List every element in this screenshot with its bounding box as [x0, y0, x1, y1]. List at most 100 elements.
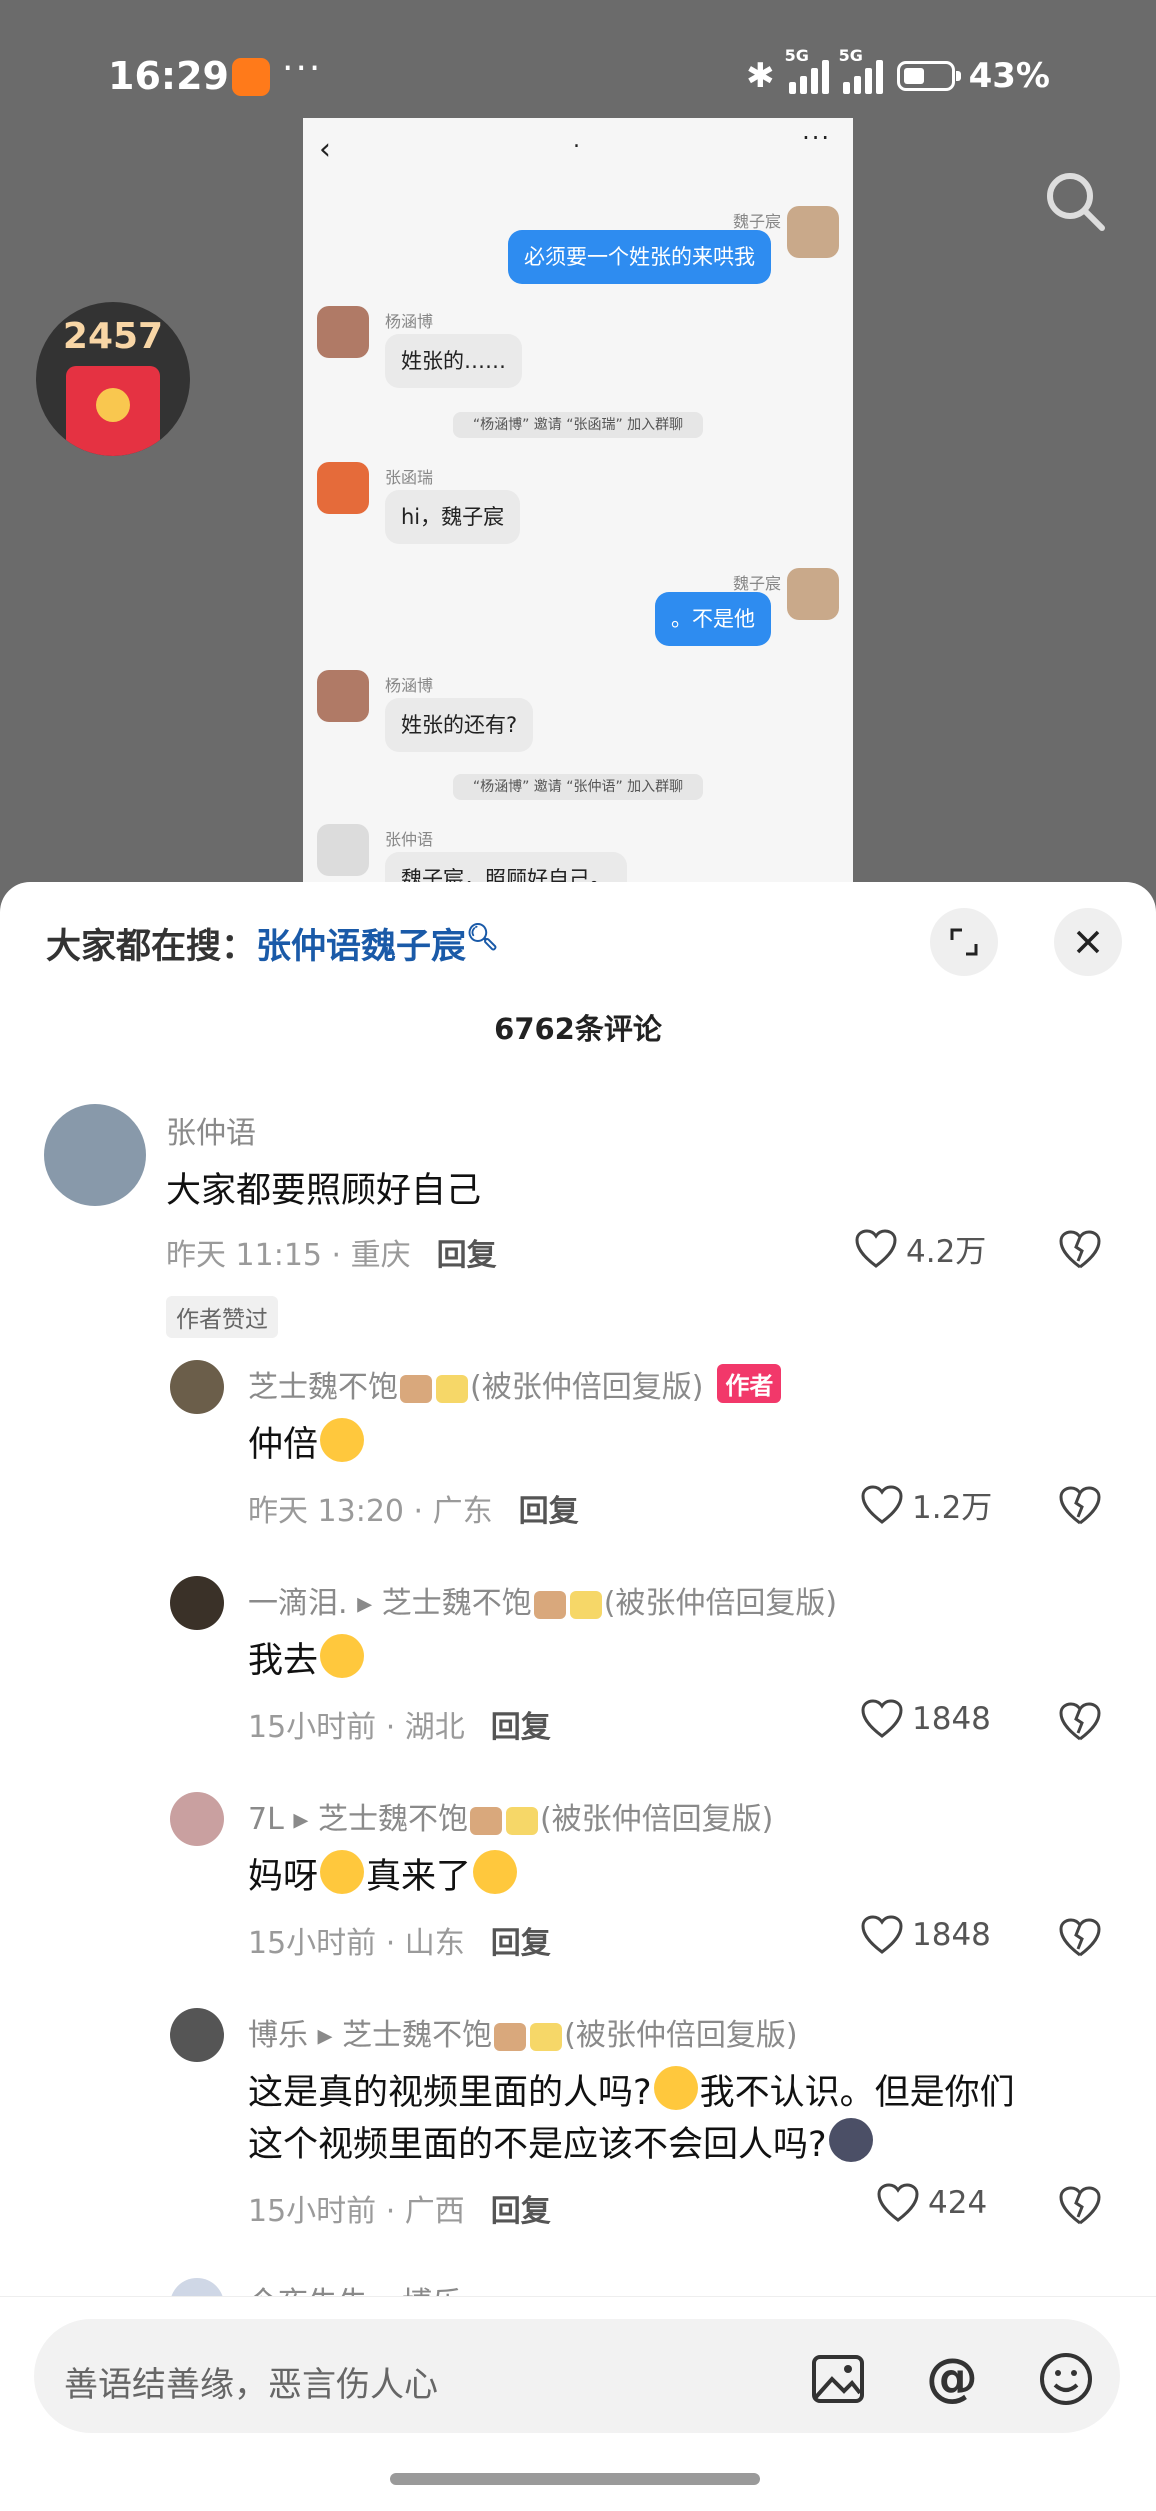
network-type: 5G [838, 46, 863, 65]
like-button[interactable]: 424 [876, 2182, 987, 2224]
reply-button[interactable]: 回复 [491, 1710, 551, 1745]
chat-bubble: 姓张的还有? [385, 698, 534, 752]
video-area[interactable]: 16:29 ··· ✱ 5G 5G 43% 2457 ‹ . ··· 魏子宸 必… [0, 0, 1156, 908]
reply-button[interactable]: 回复 [491, 2194, 551, 2229]
dislike-icon[interactable] [1058, 1484, 1102, 1528]
like-count: 1.2万 [912, 1490, 993, 1526]
more-icon: ··· [802, 124, 831, 152]
chat-sender: 杨涵博 [385, 676, 434, 695]
avatar[interactable] [170, 1792, 224, 1846]
trending-search[interactable]: 大家都在搜：张仲语魏子宸🔍︎ [46, 918, 499, 969]
dislike-icon[interactable] [1058, 1228, 1102, 1272]
author-name: 芝士魏不饱 [248, 1370, 398, 1405]
image-icon[interactable] [808, 2349, 868, 2409]
signal-icon: 5G [839, 46, 883, 94]
comment-meta: 15小时前 · 广西 回复 [248, 2186, 551, 2230]
like-count: 424 [928, 2185, 988, 2221]
dizzy-emoji-icon [653, 2066, 698, 2110]
comment-author[interactable]: 今夜失失 ▸ 博乐 [248, 2278, 462, 2296]
home-indicator[interactable] [390, 2473, 760, 2485]
taobao-notification-icon [232, 58, 270, 96]
chat-bubble: hi，魏子宸 [385, 490, 521, 544]
emoji-icon[interactable] [1036, 2349, 1096, 2409]
bluetooth-icon: ✱ [746, 56, 775, 96]
reply-to-name: 芝士魏不饱 [381, 1586, 532, 1621]
close-button[interactable] [1054, 908, 1122, 976]
like-button[interactable]: 4.2万 [854, 1226, 986, 1271]
comment-time-location: 15小时前 · 湖北 [248, 1710, 465, 1745]
battery-level: 43% [968, 56, 1050, 96]
avatar [787, 206, 839, 258]
reply-button[interactable]: 回复 [491, 1926, 551, 1961]
chocolate-icon [469, 1807, 502, 1835]
avatar[interactable] [44, 1104, 146, 1206]
comment-text-part: 真来了 [366, 1857, 472, 1897]
red-packet-widget[interactable]: 2457 [36, 302, 190, 456]
comment-text: 大家都要照顾好自己 [166, 1171, 482, 1211]
svg-text:@: @ [926, 2349, 978, 2408]
like-count: 1848 [912, 1701, 991, 1737]
reply-to-name: 芝士魏不饱 [342, 2018, 493, 2053]
comment-text-part: 妈呀 [248, 1857, 319, 1897]
chocolate-icon [533, 1591, 566, 1619]
search-icon[interactable] [1040, 166, 1110, 236]
avatar[interactable] [170, 1360, 224, 1414]
avatar[interactable] [170, 2278, 224, 2296]
expand-button[interactable] [930, 908, 998, 976]
comment-author[interactable]: 博乐 ▸ 芝士魏不饱 (被张仲倍回复版) [248, 2010, 798, 2054]
reply-to-suffix: (被张仲倍回复版) [603, 1586, 838, 1621]
clock: 16:29 [108, 54, 229, 98]
status-bar: 16:29 ··· ✱ 5G 5G 43% [0, 38, 1156, 118]
comment-time-location: 昨天 11:15 · 重庆 [166, 1238, 411, 1273]
comment-author[interactable]: 张仲语 [166, 1108, 256, 1152]
chat-title: . [573, 128, 580, 153]
like-button[interactable]: 1848 [860, 1914, 991, 1956]
comment-meta: 15小时前 · 山东 回复 [248, 1918, 551, 1962]
comment-input[interactable]: 善语结善缘，恶言伤人心 @ [34, 2319, 1120, 2433]
reply-button[interactable]: 回复 [519, 1494, 579, 1529]
like-button[interactable]: 1848 [860, 1698, 991, 1740]
comment-text: 妈呀 真来了 [248, 1848, 519, 1899]
comment-meta: 15小时前 · 湖北 回复 [248, 1702, 551, 1746]
heart-icon [877, 2183, 919, 2222]
network-type: 5G [784, 46, 809, 65]
comment-time-location: 昨天 13:20 · 广东 [248, 1494, 493, 1529]
chat-bubble: 姓张的…… [385, 334, 522, 388]
reply-to-suffix: (被张仲倍回复版) [564, 2018, 798, 2053]
comment-text-part: 我去 [248, 1641, 319, 1681]
author-name-suffix: (被张仲倍回复版) [470, 1370, 704, 1405]
avatar [317, 306, 369, 358]
comment-text: 这个视频里面的不是应该不会回人吗? [248, 2116, 875, 2167]
reply-button[interactable]: 回复 [437, 1238, 497, 1273]
pleading-emoji-icon [320, 1634, 365, 1678]
cheese-icon [569, 1591, 602, 1619]
avatar[interactable] [170, 2008, 224, 2062]
trending-keyword[interactable]: 张仲语魏子宸 [256, 927, 466, 967]
comment-text-part: 仲倍 [248, 1425, 319, 1465]
dislike-icon[interactable] [1058, 1916, 1102, 1960]
comment-count: 6762条评论 [494, 1012, 662, 1046]
author-name: 一滴泪. [248, 1586, 348, 1621]
comment-author[interactable]: 芝士魏不饱 (被张仲倍回复版) 作者 [248, 1362, 782, 1406]
dislike-icon[interactable] [1058, 1700, 1102, 1744]
comment-meta: 昨天 13:20 · 广东 回复 [248, 1486, 579, 1530]
close-icon [1076, 930, 1100, 954]
comment-text: 我去 [248, 1632, 366, 1683]
comment-author[interactable]: 一滴泪. ▸ 芝士魏不饱 (被张仲倍回复版) [248, 1578, 837, 1622]
dislike-icon[interactable] [1058, 2184, 1102, 2228]
avatar [317, 670, 369, 722]
comment-placeholder: 善语结善缘，恶言伤人心 [64, 2365, 438, 2405]
more-notifications-icon: ··· [282, 48, 323, 89]
author-tag: 作者 [717, 1364, 782, 1403]
signal-icon: 5G [785, 46, 829, 94]
reply-arrow-icon: ▸ [357, 1586, 373, 1621]
comment-time-location: 15小时前 · 广西 [248, 2194, 465, 2229]
cheese-icon [436, 1375, 468, 1403]
at-mention-icon[interactable]: @ [922, 2349, 982, 2409]
reply-arrow-icon: ▸ [293, 1802, 309, 1837]
like-button[interactable]: 1.2万 [860, 1482, 992, 1527]
comment-time-location: 15小时前 · 山东 [248, 1926, 465, 1961]
heart-icon [861, 1484, 903, 1524]
avatar[interactable] [170, 1576, 224, 1630]
comment-author[interactable]: 7L ▸ 芝士魏不饱 (被张仲倍回复版) [248, 1794, 773, 1838]
